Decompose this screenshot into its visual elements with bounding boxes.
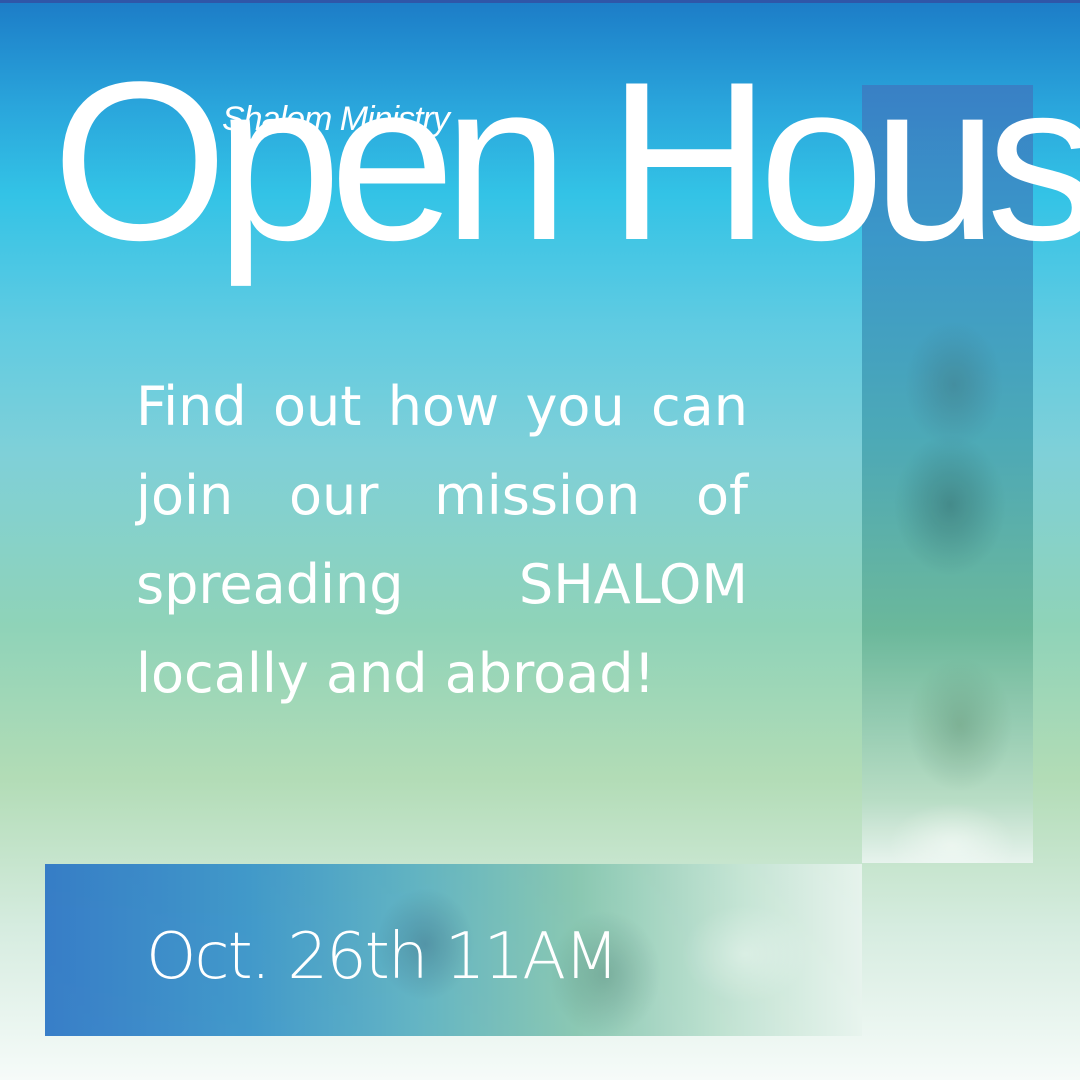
flyer-poster: Shalom Ministry Open House Find out how … [0,0,1080,1080]
event-title: Open House [52,34,1080,287]
mission-message: Find out how you can join our mission of… [136,375,748,705]
event-date-time: Oct. 26th 11AM [146,920,619,994]
top-border-line [0,0,1080,3]
